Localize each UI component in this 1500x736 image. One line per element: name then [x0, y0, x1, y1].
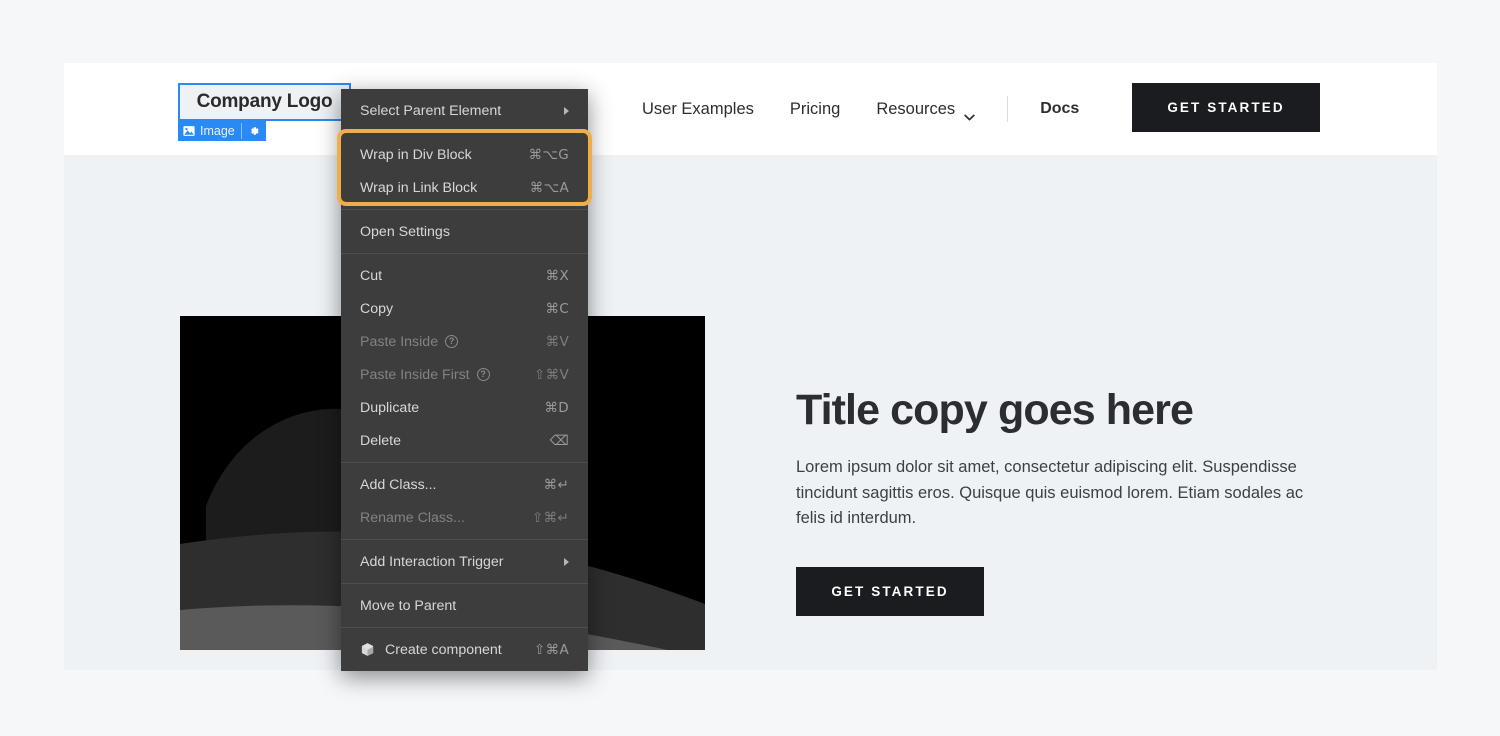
menu-item-shortcut: ⌘⌥A [530, 180, 569, 196]
hero-title: Title copy goes here [796, 387, 1326, 433]
menu-item-rename-class: Rename Class... ⇧⌘↵ [341, 501, 588, 534]
context-menu[interactable]: Select Parent Element Wrap in Div Block … [341, 89, 588, 671]
nav-link-user-examples[interactable]: User Examples [624, 100, 772, 119]
menu-item-label: Add Interaction Trigger [360, 554, 554, 570]
company-logo-text: Company Logo [197, 91, 333, 113]
menu-item-label: Wrap in Div Block [360, 147, 515, 163]
context-menu-section: Open Settings [341, 209, 588, 253]
menu-item-add-class[interactable]: Add Class... ⌘↵ [341, 468, 588, 501]
cube-icon [360, 642, 375, 657]
context-menu-section: Select Parent Element [341, 89, 588, 132]
context-menu-section: Add Class... ⌘↵ Rename Class... ⇧⌘↵ [341, 462, 588, 539]
designer-canvas[interactable]: Company Logo Image [64, 63, 1437, 670]
nav-link-pricing[interactable]: Pricing [772, 100, 858, 119]
menu-item-label-wrap: Create component [360, 642, 520, 658]
menu-item-label: Add Class... [360, 477, 530, 493]
image-icon [178, 121, 199, 141]
menu-item-label: Create component [385, 642, 502, 658]
menu-item-paste-inside: Paste Inside ? ⌘V [341, 325, 588, 358]
context-menu-section: Cut ⌘X Copy ⌘C Paste Inside ? ⌘V Paste I… [341, 253, 588, 462]
nav-link-label: User Examples [642, 100, 754, 119]
logo-selection-wrapper[interactable]: Company Logo Image [178, 83, 351, 121]
navbar-get-started-button[interactable]: GET STARTED [1132, 83, 1320, 132]
menu-item-label-wrap: Paste Inside ? [360, 334, 532, 350]
navbar-inner: Company Logo Image [64, 63, 1437, 155]
menu-item-shortcut: ⌘↵ [544, 477, 569, 493]
menu-item-label: Cut [360, 268, 532, 284]
menu-item-label: Select Parent Element [360, 103, 554, 119]
menu-item-label: Duplicate [360, 400, 531, 416]
nav-links: User Examples Pricing Resources Docs [624, 63, 1097, 155]
submenu-arrow-icon [564, 558, 569, 566]
hero-paragraph: Lorem ipsum dolor sit amet, consectetur … [796, 455, 1323, 530]
help-icon[interactable]: ? [445, 335, 458, 348]
hero-section: Title copy goes here Lorem ipsum dolor s… [64, 155, 1437, 670]
menu-item-shortcut: ⇧⌘↵ [532, 510, 569, 526]
menu-item-shortcut: ⌘⌥G [529, 147, 569, 163]
menu-item-cut[interactable]: Cut ⌘X [341, 259, 588, 292]
gear-icon[interactable] [242, 121, 266, 141]
menu-item-shortcut: ⇧⌘A [534, 642, 569, 658]
menu-item-duplicate[interactable]: Duplicate ⌘D [341, 391, 588, 424]
nav-link-label: Docs [1040, 100, 1079, 118]
menu-item-move-to-parent[interactable]: Move to Parent [341, 589, 588, 622]
menu-item-wrap-in-div-block[interactable]: Wrap in Div Block ⌘⌥G [341, 138, 588, 171]
context-menu-section: Move to Parent [341, 583, 588, 627]
menu-item-label: Delete [360, 433, 536, 449]
menu-item-label-wrap: Paste Inside First ? [360, 367, 520, 383]
menu-item-wrap-in-link-block[interactable]: Wrap in Link Block ⌘⌥A [341, 171, 588, 204]
menu-item-select-parent-element[interactable]: Select Parent Element [341, 94, 588, 127]
help-icon[interactable]: ? [477, 368, 490, 381]
context-menu-section-wrap: Wrap in Div Block ⌘⌥G Wrap in Link Block… [341, 132, 588, 209]
menu-item-shortcut: ⇧⌘V [534, 367, 569, 383]
menu-item-add-interaction-trigger[interactable]: Add Interaction Trigger [341, 545, 588, 578]
menu-item-shortcut: ⌘D [545, 400, 570, 416]
menu-item-shortcut: ⌘V [546, 334, 569, 350]
nav-link-resources[interactable]: Resources [858, 100, 993, 119]
menu-item-label: Paste Inside [360, 334, 438, 350]
element-selection-badge[interactable]: Image [178, 121, 266, 141]
menu-item-label: Paste Inside First [360, 367, 470, 383]
site-navbar: Company Logo Image [64, 63, 1437, 155]
menu-item-label: Copy [360, 301, 531, 317]
hero-copy: Title copy goes here Lorem ipsum dolor s… [796, 387, 1326, 616]
nav-link-label: Pricing [790, 100, 840, 119]
nav-divider [1007, 96, 1008, 122]
menu-item-shortcut: ⌘X [546, 268, 569, 284]
submenu-arrow-icon [564, 107, 569, 115]
nav-link-docs[interactable]: Docs [1022, 100, 1097, 118]
menu-item-create-component[interactable]: Create component ⇧⌘A [341, 633, 588, 666]
hero-get-started-button[interactable]: GET STARTED [796, 567, 984, 616]
menu-item-shortcut: ⌘C [545, 301, 569, 317]
chevron-down-icon [964, 107, 975, 114]
menu-item-label: Wrap in Link Block [360, 180, 516, 196]
menu-item-paste-inside-first: Paste Inside First ? ⇧⌘V [341, 358, 588, 391]
menu-item-label: Rename Class... [360, 510, 518, 526]
menu-item-delete[interactable]: Delete ⌫ [341, 424, 588, 457]
nav-link-label: Resources [876, 100, 955, 119]
context-menu-section: Create component ⇧⌘A [341, 627, 588, 671]
menu-item-label: Move to Parent [360, 598, 569, 614]
selection-type-label: Image [199, 121, 241, 141]
context-menu-section: Add Interaction Trigger [341, 539, 588, 583]
menu-item-copy[interactable]: Copy ⌘C [341, 292, 588, 325]
menu-item-shortcut: ⌫ [550, 433, 569, 449]
logo-selection-outline[interactable]: Company Logo [178, 83, 351, 121]
menu-item-label: Open Settings [360, 224, 569, 240]
menu-item-open-settings[interactable]: Open Settings [341, 215, 588, 248]
